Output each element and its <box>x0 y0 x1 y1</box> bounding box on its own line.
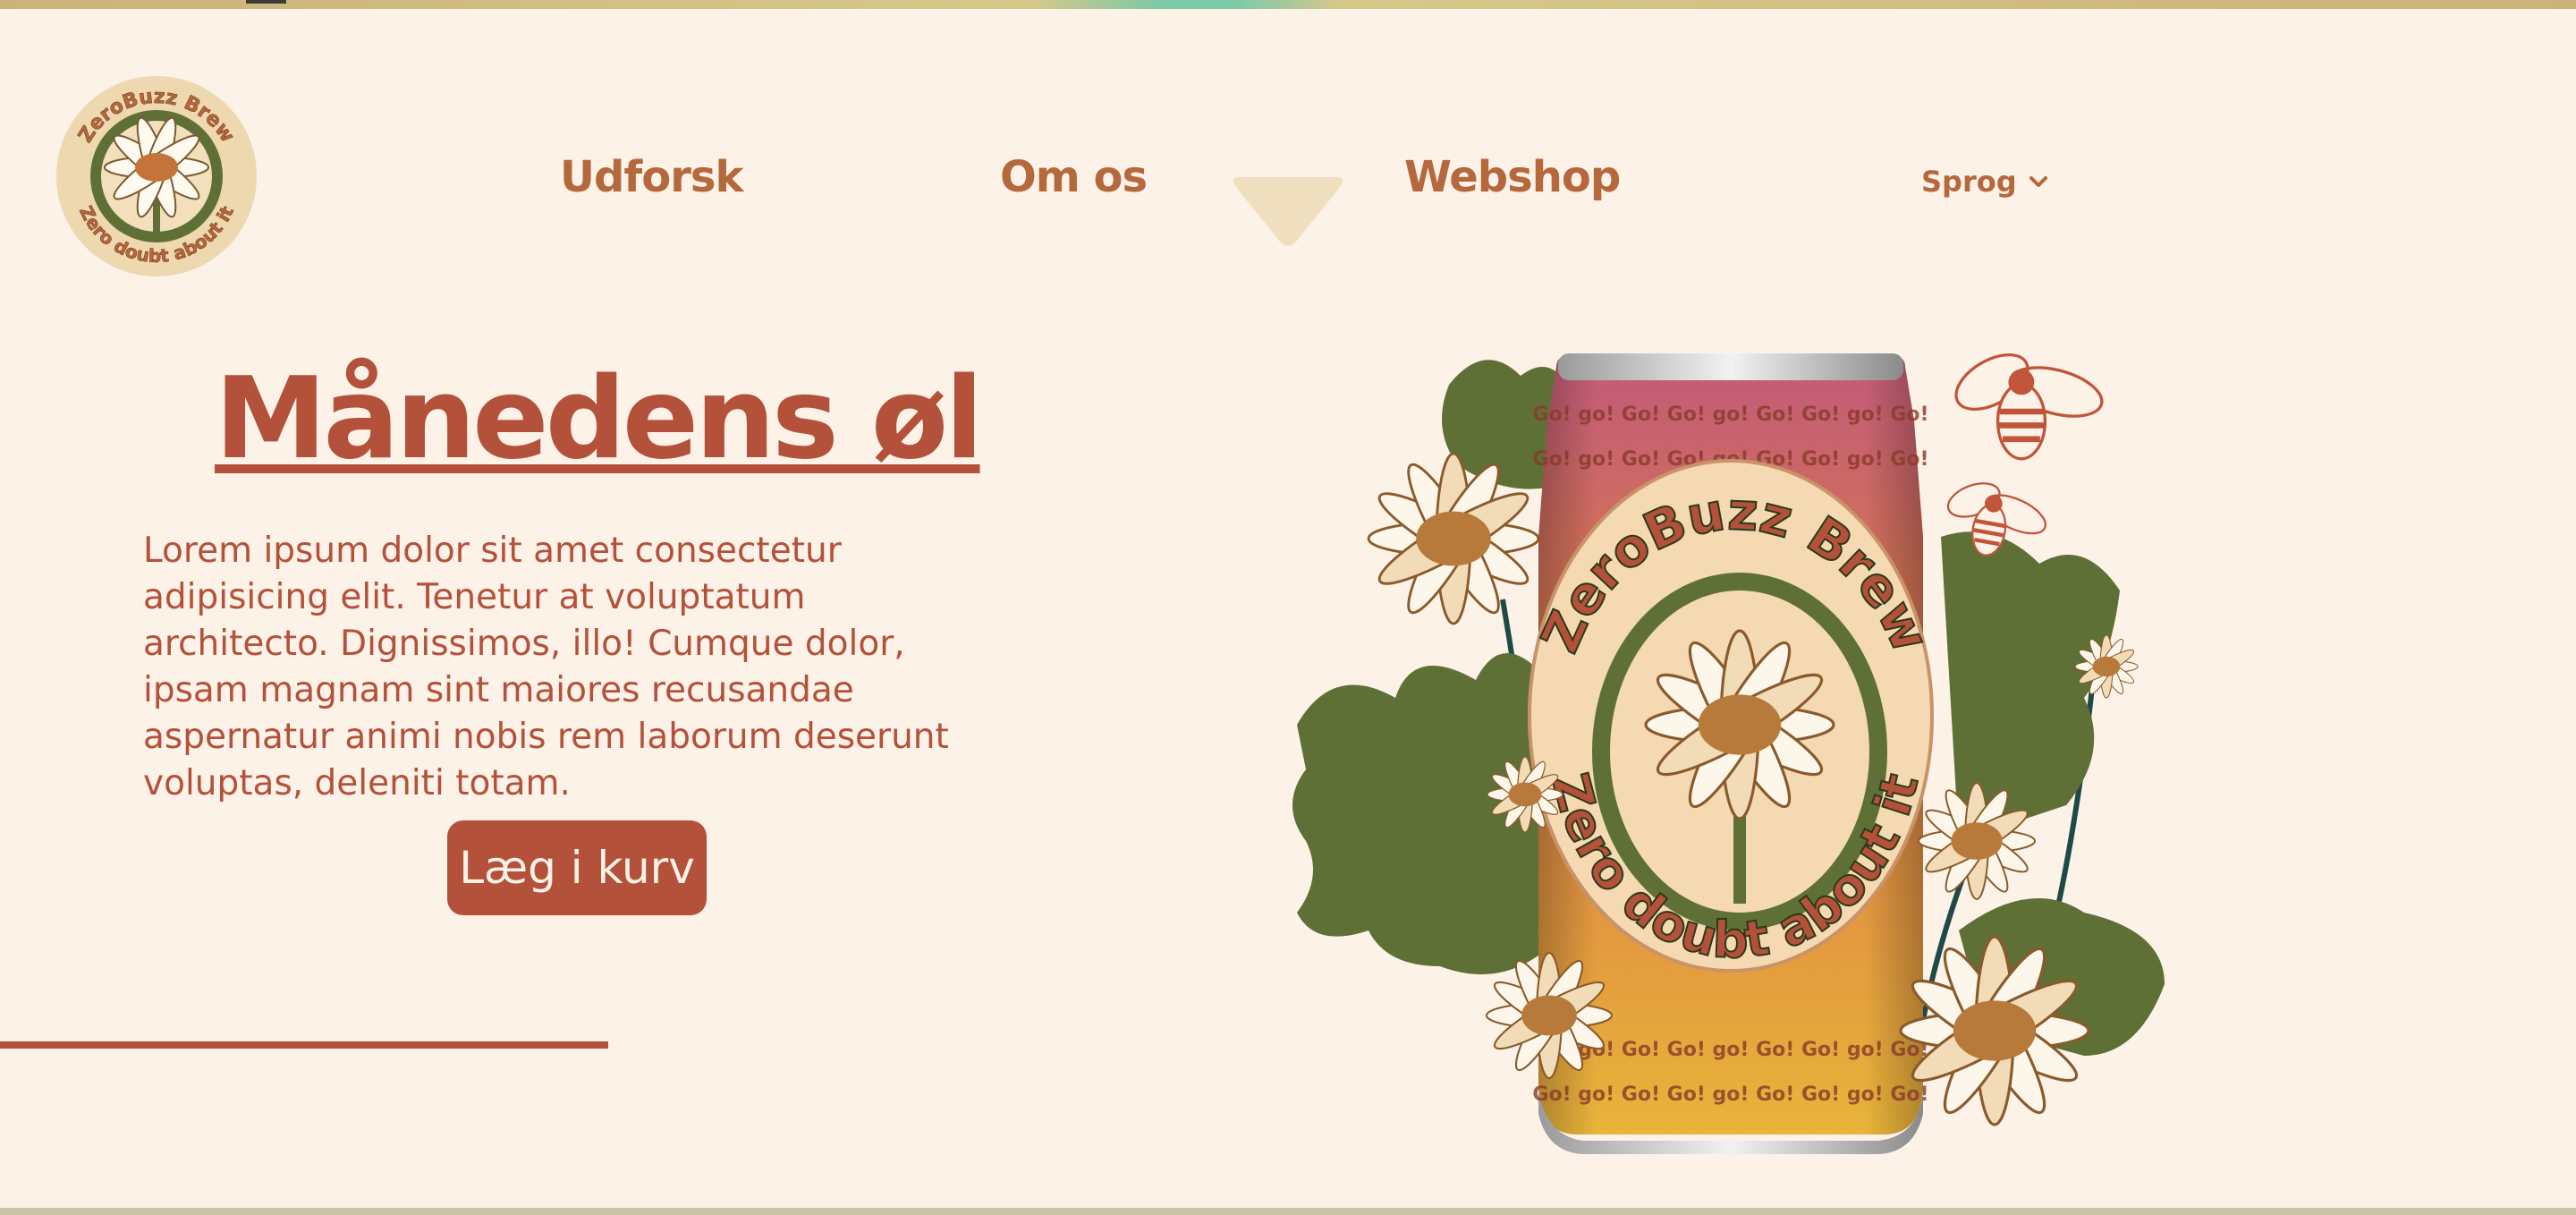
hero-description: Lorem ipsum dolor sit amet consectetur a… <box>143 531 949 803</box>
add-to-cart-button[interactable]: Læg i kurv <box>447 820 707 915</box>
hero-title: Månedens øl <box>215 353 984 484</box>
top-accent-strip <box>0 0 2576 9</box>
nav-active-indicator <box>1233 177 1343 246</box>
zerobuzz-logo[interactable]: ZeroBuzz Brew Zero doubt about it <box>54 73 259 279</box>
nav-om-os[interactable]: Om os <box>1000 152 1148 202</box>
nav-udforsk[interactable]: Udforsk <box>560 152 743 202</box>
chevron-down-icon <box>2029 176 2047 187</box>
bottom-accent-strip <box>0 1208 2576 1215</box>
product-illustration: Go! go! Go! Go! go! Go! Go! go! Go! Go! … <box>1292 304 2165 1154</box>
can-pattern-text: Go! go! Go! Go! go! Go! Go! go! Go! <box>1532 404 1928 426</box>
bee-icon <box>1947 344 2107 459</box>
language-label: Sprog <box>1921 165 2017 199</box>
nav-webshop[interactable]: Webshop <box>1404 152 1621 202</box>
language-dropdown[interactable]: Sprog <box>1921 165 2047 199</box>
hero-divider <box>0 1041 608 1049</box>
can-pattern-text: Go! go! Go! Go! go! Go! Go! go! Go! <box>1532 1083 1928 1106</box>
